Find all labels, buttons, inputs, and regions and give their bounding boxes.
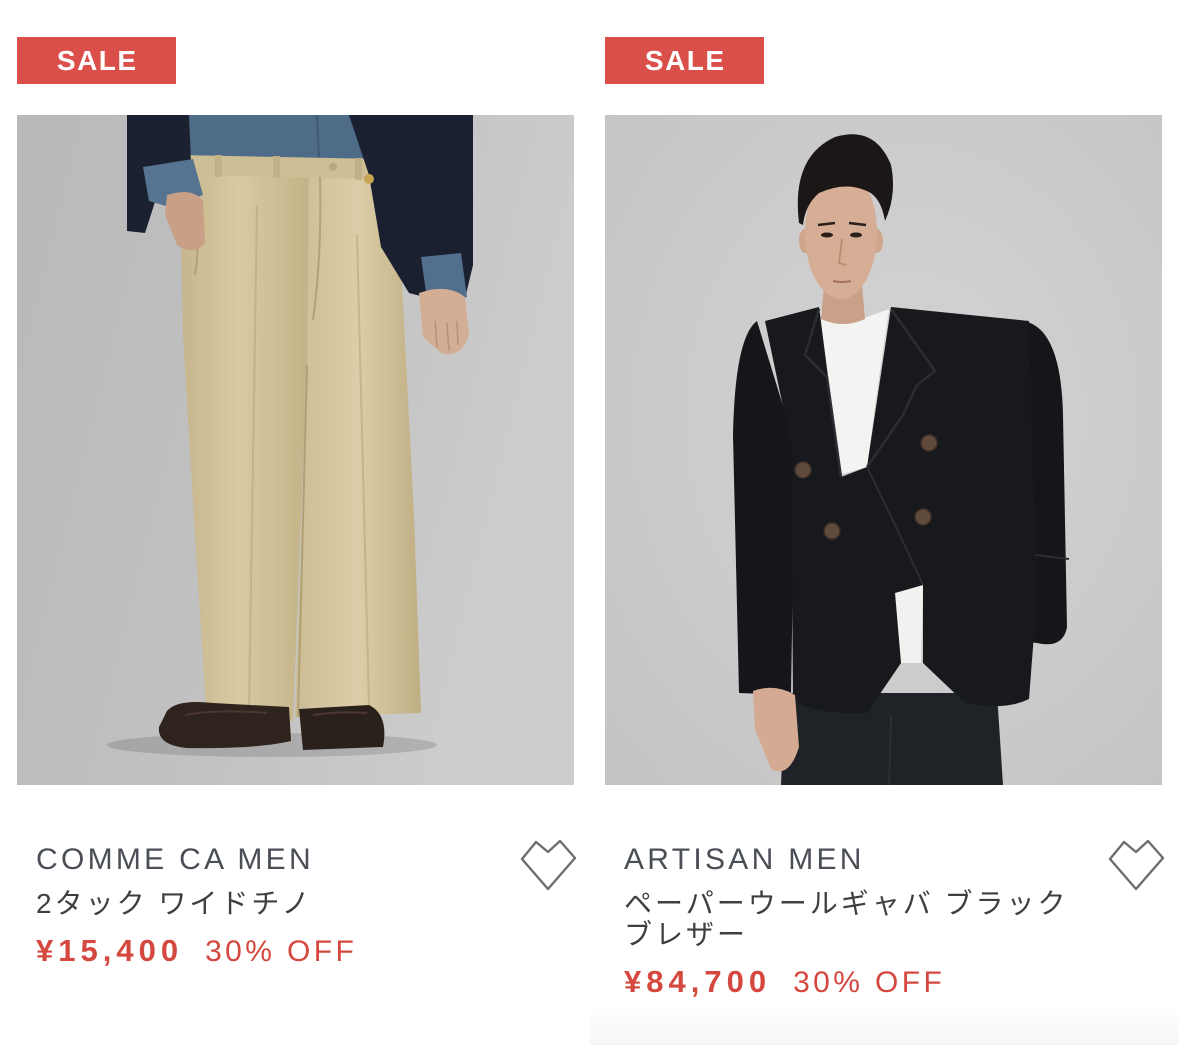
model-shoes — [158, 702, 385, 750]
model-shirt — [175, 115, 379, 161]
product-info: ARTISAN MEN ペーパーウールギャバ ブラック ブレザー ¥84,700… — [624, 838, 1104, 1002]
heart-icon[interactable] — [519, 837, 579, 893]
product-card[interactable]: SALE — [17, 0, 577, 1045]
product-image[interactable] — [17, 115, 574, 785]
brand-name: ARTISAN MEN — [624, 843, 865, 876]
favorite-button[interactable] — [519, 837, 579, 893]
product-name-line[interactable]: 2タック ワイドチノ — [36, 888, 516, 919]
product-card[interactable]: SALE — [605, 0, 1165, 1045]
discount-label: 30% OFF — [793, 966, 946, 999]
discount-label: 30% OFF — [205, 935, 358, 968]
price-row: ¥15,400 30% OFF — [36, 931, 516, 971]
product-info: COMME CA MEN 2タック ワイドチノ ¥15,400 30% OFF — [36, 838, 516, 971]
product-name[interactable]: ペーパーウールギャバ ブラック ブレザー — [624, 888, 1104, 950]
heart-icon[interactable] — [1107, 837, 1167, 893]
favorite-button[interactable] — [1107, 837, 1167, 893]
sale-badge: SALE — [605, 37, 764, 84]
product-name-line[interactable]: ペーパーウールギャバ ブラック — [624, 888, 1104, 919]
product-image[interactable] — [605, 115, 1162, 785]
sale-price: ¥84,700 — [624, 964, 772, 999]
product-name[interactable]: 2タック ワイドチノ — [36, 888, 516, 919]
sale-badge: SALE — [17, 37, 176, 84]
brand-name: COMME CA MEN — [36, 843, 314, 876]
sale-price: ¥15,400 — [36, 933, 184, 968]
product-name-line[interactable]: ブレザー — [624, 919, 1104, 950]
price-row: ¥84,700 30% OFF — [624, 962, 1104, 1002]
